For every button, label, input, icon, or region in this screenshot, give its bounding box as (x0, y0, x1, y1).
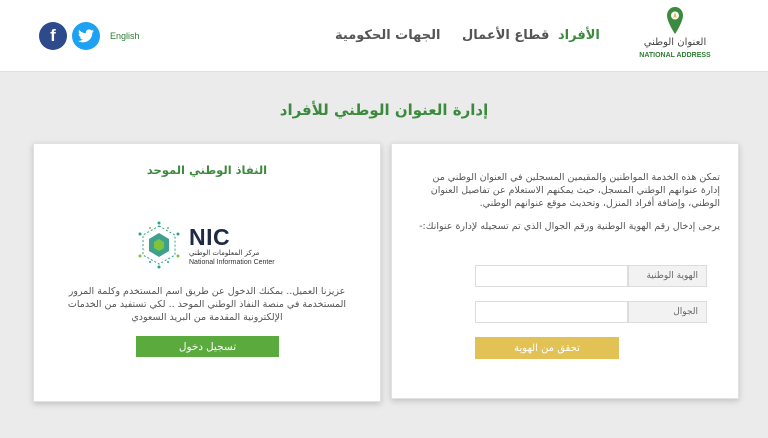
mobile-input[interactable] (475, 301, 628, 323)
national-id-input[interactable] (475, 265, 628, 287)
national-address-logo[interactable]: العنوان الوطني NATIONAL ADDRESS (636, 6, 714, 64)
page-title: إدارة العنوان الوطني للأفراد (279, 101, 489, 119)
nafath-card: النفاذ الوطني الموحد NIC مركز المعلومات … (33, 143, 381, 402)
logo-english-text: NATIONAL ADDRESS (639, 52, 711, 59)
service-description: تمكن هذه الخدمة المواطنين والمقيمين المس… (430, 172, 720, 209)
nafath-description: عزيزنا العميل.. بمكنك الدخول عن طريق اسم… (67, 286, 347, 323)
nic-arabic: مركز المعلومات الوطني (189, 249, 260, 257)
logo-arabic-text: العنوان الوطني (643, 37, 707, 48)
verification-card: تمكن هذه الخدمة المواطنين والمقيمين المس… (391, 143, 739, 399)
nav-business[interactable]: قطاع الأعمال (462, 28, 549, 43)
nic-text: NIC (189, 224, 231, 250)
language-link[interactable]: English (110, 31, 140, 41)
twitter-icon[interactable] (72, 22, 100, 50)
verify-identity-button[interactable]: تحقق من الهوية (475, 337, 619, 359)
facebook-icon[interactable]: f (39, 22, 67, 50)
nav-individuals[interactable]: الأفراد (558, 28, 600, 43)
location-pin-icon (667, 7, 683, 34)
nic-logo: NIC مركز المعلومات الوطني National Infor… (134, 220, 284, 270)
instructions-text: يرجى إدخال رقم الهوية الوطنية ورقم الجوا… (419, 221, 720, 232)
nav-government[interactable]: الجهات الحكومية (335, 28, 440, 43)
nic-emblem-icon (138, 221, 180, 269)
login-button[interactable]: تسجيل دخول (136, 336, 279, 357)
nic-english: National Information Center (189, 259, 275, 266)
site-header: f English الجهات الحكومية قطاع الأعمال ا… (0, 0, 768, 72)
mobile-label: الجوال (628, 301, 707, 323)
nafath-title: النفاذ الوطني الموحد (146, 163, 268, 177)
national-id-label: الهوية الوطنية (628, 265, 707, 287)
